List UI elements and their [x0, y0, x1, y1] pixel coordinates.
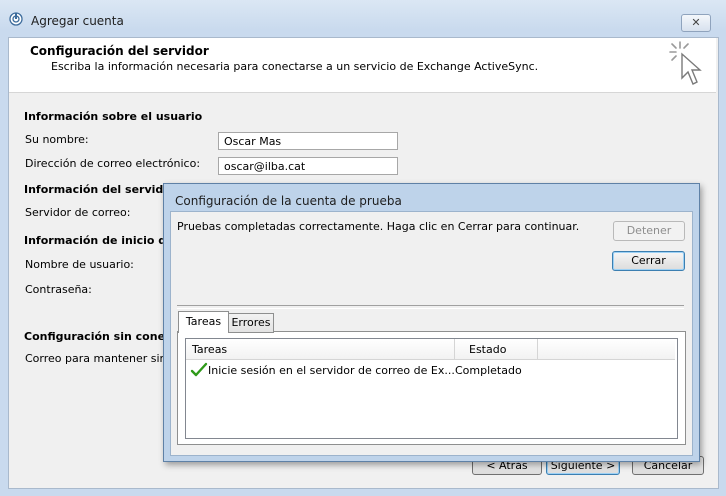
- cursor-click-icon: [669, 41, 702, 85]
- check-icon: [190, 362, 208, 377]
- divider: [177, 305, 684, 309]
- email-input[interactable]: oscar@ilba.cat: [218, 157, 398, 175]
- tab-tasks[interactable]: Tareas: [178, 311, 229, 333]
- column-header-tasks-label: Tareas: [192, 343, 228, 356]
- close-button[interactable]: Cerrar: [612, 251, 685, 271]
- task-name: Inicie sesión en el servidor de correo d…: [208, 364, 455, 377]
- name-label: Su nombre:: [25, 133, 89, 146]
- user-info-section: Información sobre el usuario: [24, 110, 203, 123]
- page-title: Configuración del servidor: [30, 44, 209, 58]
- tab-errors[interactable]: Errores: [228, 313, 274, 333]
- email-label: Dirección de correo electrónico:: [25, 157, 201, 170]
- test-status-message: Pruebas completadas correctamente. Haga …: [177, 220, 580, 233]
- offline-mail-label: Correo para mantener sin c: [25, 352, 177, 365]
- page-subtitle: Escriba la información necesaria para co…: [51, 60, 539, 73]
- close-window-button[interactable]: ✕: [681, 14, 711, 32]
- column-header-status-label: Estado: [469, 343, 507, 356]
- stop-button[interactable]: Detener: [613, 221, 685, 241]
- outlook-app-icon: [9, 12, 23, 26]
- server-info-section: Información del servidor: [24, 183, 177, 196]
- window-title: Agregar cuenta: [31, 14, 124, 28]
- mail-server-label: Servidor de correo:: [25, 206, 131, 219]
- username-label: Nombre de usuario:: [25, 258, 134, 271]
- column-header-empty: [538, 339, 675, 360]
- password-label: Contraseña:: [25, 283, 92, 296]
- name-input[interactable]: Oscar Mas: [218, 132, 398, 150]
- task-status: Completado: [455, 364, 522, 377]
- dialog-title: Configuración de la cuenta de prueba: [175, 194, 402, 208]
